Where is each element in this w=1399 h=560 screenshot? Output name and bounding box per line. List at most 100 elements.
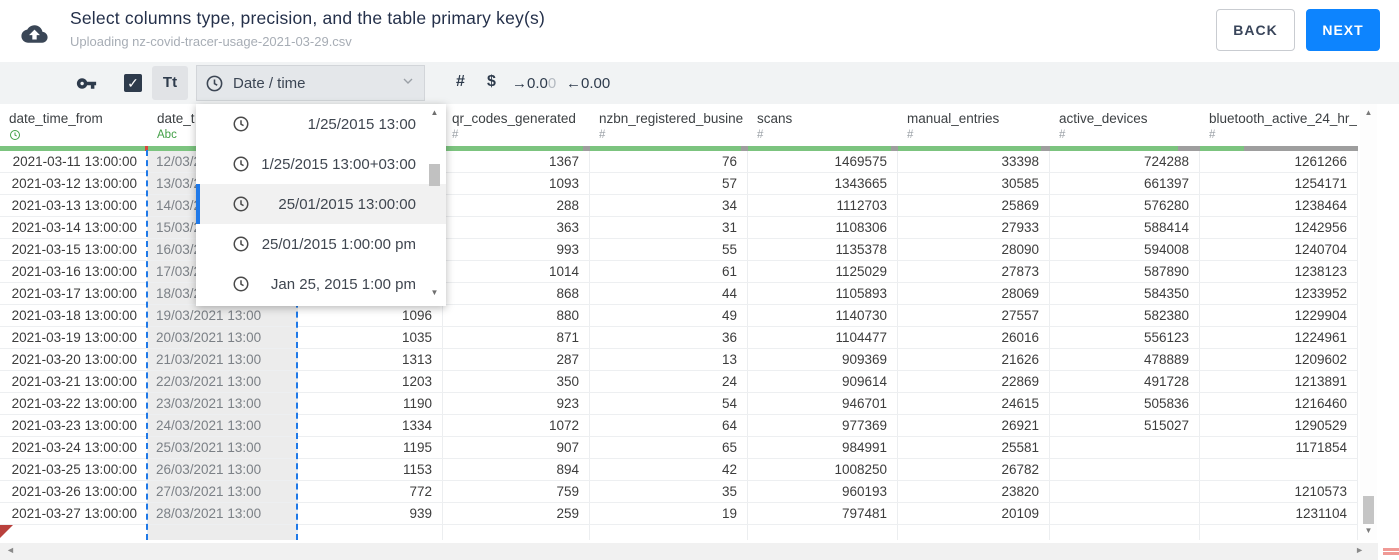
table-cell: 65 — [590, 437, 748, 458]
column-name: active_devices — [1059, 111, 1148, 126]
table-cell — [748, 525, 898, 540]
table-row: 2021-03-27 13:00:00 28/03/2021 13:00 939 25… — [0, 503, 1358, 525]
scroll-down-icon[interactable]: ▼ — [1360, 526, 1377, 535]
table-cell: 21626 — [898, 349, 1050, 370]
table-cell: 1210573 — [1200, 481, 1358, 502]
table-cell: 1290529 — [1200, 415, 1358, 436]
horizontal-scrollbar[interactable]: ◄ ► — [0, 543, 1378, 560]
table-cell: 923 — [443, 393, 590, 414]
column-name: manual_entries — [907, 111, 1000, 126]
table-cell: 24 — [590, 371, 748, 392]
clock-icon — [232, 275, 250, 293]
column-name: bluetooth_active_24_hr_ — [1209, 111, 1357, 126]
table-cell: 984991 — [748, 437, 898, 458]
table-cell: 724288 — [1050, 151, 1200, 172]
table-cell: 960193 — [748, 481, 898, 502]
table-cell: 21/03/2021 13:00 — [148, 349, 298, 370]
decrease-decimal-button[interactable]: ←0.00 — [566, 75, 610, 92]
primary-key-icon[interactable] — [76, 73, 97, 99]
table-row: 2021-03-20 13:00:00 21/03/2021 13:00 1313 2… — [0, 349, 1358, 371]
column-header-active_devices[interactable]: active_devices # — [1050, 104, 1200, 146]
column-type-select[interactable]: Date / time — [196, 65, 425, 101]
table-cell: 2021-03-22 13:00:00 — [0, 393, 148, 414]
column-name: qr_codes_generated — [452, 111, 576, 126]
column-header-bluetooth_active_24_hr_[interactable]: bluetooth_active_24_hr_ # — [1200, 104, 1358, 146]
table-cell: 25581 — [898, 437, 1050, 458]
table-cell: 1213891 — [1200, 371, 1358, 392]
table-cell: 582380 — [1050, 305, 1200, 326]
table-cell: 27933 — [898, 217, 1050, 238]
table-cell: 2021-03-13 13:00:00 — [0, 195, 148, 216]
table-cell: 1229904 — [1200, 305, 1358, 326]
table-cell: 993 — [443, 239, 590, 260]
table-cell: 759 — [443, 481, 590, 502]
table-cell: 22869 — [898, 371, 1050, 392]
currency-type-button[interactable]: $ — [487, 73, 496, 91]
clock-icon — [9, 129, 21, 144]
table-cell — [898, 525, 1050, 540]
next-button[interactable]: NEXT — [1306, 9, 1380, 51]
partial-row — [0, 525, 1358, 540]
column-subtype-label: # — [907, 129, 914, 141]
format-option[interactable]: 25/01/2015 13:00:00 — [196, 184, 446, 224]
table-cell: 587890 — [1050, 261, 1200, 282]
table-cell — [443, 525, 590, 540]
table-cell: 1008250 — [748, 459, 898, 480]
scroll-down-icon[interactable]: ▼ — [428, 288, 441, 297]
table-cell — [1200, 525, 1358, 540]
table-cell: 907 — [443, 437, 590, 458]
table-row: 2021-03-19 13:00:00 20/03/2021 13:00 1035 8… — [0, 327, 1358, 349]
boolean-type-checkbox[interactable]: ✓ — [124, 74, 142, 92]
table-cell — [148, 525, 298, 540]
column-header-qr_codes_generated[interactable]: qr_codes_generated # — [443, 104, 590, 146]
table-cell: 33398 — [898, 151, 1050, 172]
scroll-left-icon[interactable]: ◄ — [6, 545, 15, 555]
dropdown-scroll-thumb[interactable] — [429, 164, 440, 186]
column-header-date_time_from[interactable]: date_time_from — [0, 104, 148, 146]
table-cell: 1093 — [443, 173, 590, 194]
table-cell: 55 — [590, 239, 748, 260]
table-row: 2021-03-23 13:00:00 24/03/2021 13:00 1334 1… — [0, 415, 1358, 437]
vertical-scrollbar[interactable]: ▲ ▼ — [1360, 104, 1377, 540]
table-cell: 946701 — [748, 393, 898, 414]
date-format-dropdown: 1/25/2015 13:00 1/25/2015 13:00+03:00 25/0… — [196, 104, 446, 306]
column-header-nzbn_registered_busine[interactable]: nzbn_registered_busine # — [590, 104, 748, 146]
scroll-right-icon[interactable]: ► — [1355, 545, 1364, 555]
table-cell: 2021-03-20 13:00:00 — [0, 349, 148, 370]
scroll-up-icon[interactable]: ▲ — [1360, 108, 1377, 117]
format-option-label: 1/25/2015 13:00 — [307, 115, 416, 133]
column-header-scans[interactable]: scans # — [748, 104, 898, 146]
format-option[interactable]: 25/01/2015 1:00:00 pm — [196, 224, 446, 264]
table-cell — [0, 525, 148, 540]
table-cell: 1224961 — [1200, 327, 1358, 348]
scroll-up-icon[interactable]: ▲ — [428, 108, 441, 117]
table-cell: 1096 — [298, 305, 443, 326]
table-cell: 23/03/2021 13:00 — [148, 393, 298, 414]
back-button[interactable]: BACK — [1216, 9, 1295, 51]
table-row: 2021-03-21 13:00:00 22/03/2021 13:00 1203 3… — [0, 371, 1358, 393]
table-cell: 2021-03-15 13:00:00 — [0, 239, 148, 260]
table-cell: 1231104 — [1200, 503, 1358, 524]
table-cell: 61 — [590, 261, 748, 282]
vertical-scroll-thumb[interactable] — [1363, 496, 1374, 524]
clock-icon — [232, 235, 250, 253]
column-subtype-label: Abc — [157, 129, 177, 141]
column-name: date_time_from — [9, 111, 103, 126]
column-type-toolbar: ✓ Tt Date / time # $ →0.00 ←0.00 — [0, 62, 1399, 104]
text-type-button[interactable]: Tt — [152, 66, 188, 100]
table-cell: 1112703 — [748, 195, 898, 216]
format-option[interactable]: 1/25/2015 13:00+03:00 — [196, 144, 446, 184]
column-header-manual_entries[interactable]: manual_entries # — [898, 104, 1050, 146]
number-type-button[interactable]: # — [456, 73, 465, 91]
table-cell: 27/03/2021 13:00 — [148, 481, 298, 502]
table-cell: 28069 — [898, 283, 1050, 304]
dropdown-scrollbar[interactable]: ▲ ▼ — [428, 106, 441, 304]
increase-decimal-button[interactable]: →0.00 — [512, 75, 556, 92]
table-row: 2021-03-24 13:00:00 25/03/2021 13:00 1195 9… — [0, 437, 1358, 459]
table-cell: 2021-03-12 13:00:00 — [0, 173, 148, 194]
table-cell: 23820 — [898, 481, 1050, 502]
format-option[interactable]: 1/25/2015 13:00 — [196, 104, 446, 144]
format-option[interactable]: Jan 25, 2015 1:00 pm — [196, 264, 446, 304]
table-cell: 909614 — [748, 371, 898, 392]
table-row: 2021-03-25 13:00:00 26/03/2021 13:00 1153 8… — [0, 459, 1358, 481]
